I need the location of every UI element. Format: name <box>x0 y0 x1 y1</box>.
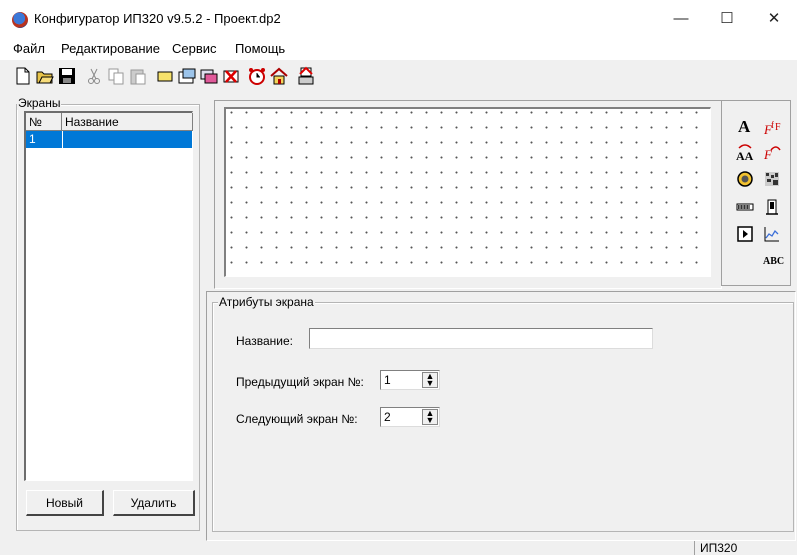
next-screen-label: Следующий экран №: <box>236 412 358 426</box>
screens-list[interactable]: № Название 1 <box>24 111 193 481</box>
column-header-number[interactable]: № <box>26 113 62 131</box>
status-separator <box>694 541 695 555</box>
tool-palette: A FfF AA F ABC <box>721 100 791 286</box>
formula-swap-tool-icon[interactable]: F <box>762 142 782 162</box>
save-disk-icon[interactable] <box>57 66 77 86</box>
svg-text:F: F <box>775 122 781 133</box>
maximize-button[interactable]: ☐ <box>704 0 750 38</box>
status-device: ИП320 <box>700 541 738 555</box>
screen-name-field[interactable] <box>309 328 653 349</box>
copy-icon[interactable] <box>106 66 126 86</box>
add-screen-icon[interactable] <box>155 66 175 86</box>
button-tool-icon[interactable] <box>735 224 755 244</box>
minimize-button[interactable]: — <box>658 0 704 38</box>
pump-tool-icon[interactable] <box>762 197 782 217</box>
menu-service[interactable]: Сервис <box>172 41 217 56</box>
screen-properties-icon[interactable] <box>177 66 197 86</box>
new-file-icon[interactable] <box>13 66 33 86</box>
toolbar <box>0 62 797 92</box>
bargraph-tool-icon[interactable] <box>735 197 755 217</box>
copy-screen-icon[interactable] <box>199 66 219 86</box>
spin-arrows-icon[interactable]: ▲ ▼ <box>422 372 438 388</box>
text-tool-glyph: A <box>738 117 751 136</box>
screen-canvas[interactable] <box>224 107 711 277</box>
bitmap-tool-icon[interactable] <box>762 169 782 189</box>
list-item[interactable]: 1 <box>26 131 192 148</box>
app-icon <box>12 12 28 28</box>
trend-tool-icon[interactable] <box>762 224 782 244</box>
paste-icon[interactable] <box>128 66 148 86</box>
column-header-name[interactable]: Название <box>62 113 193 131</box>
menu-edit[interactable]: Редактирование <box>61 41 160 56</box>
cut-icon[interactable] <box>84 66 104 86</box>
formula-tool-icon[interactable]: FfF <box>762 117 782 137</box>
close-button[interactable]: ✕ <box>751 0 797 38</box>
screens-group-title: Экраны <box>17 96 62 110</box>
title-bar: Конфигуратор ИП320 v9.5.2 - Проект.dp2 —… <box>0 0 797 38</box>
next-screen-stepper[interactable]: 2 ▲ ▼ <box>380 407 440 427</box>
home-screen-icon[interactable] <box>269 66 289 86</box>
window-title: Конфигуратор ИП320 v9.5.2 - Проект.dp2 <box>34 11 281 26</box>
attributes-group-title: Атрибуты экрана <box>218 295 315 309</box>
delete-screen-icon[interactable] <box>221 66 241 86</box>
svg-text:f: f <box>771 120 774 130</box>
text-swap-tool-icon[interactable]: AA <box>735 142 755 162</box>
new-screen-button[interactable]: Новый <box>26 490 104 516</box>
status-bar: ИП320 <box>0 541 797 555</box>
previous-screen-value: 1 <box>384 373 391 387</box>
delete-screen-button[interactable]: Удалить <box>113 490 195 516</box>
menu-help[interactable]: Помощь <box>235 41 285 56</box>
abc-tool-glyph: ABC <box>763 256 785 267</box>
row-number: 1 <box>29 132 36 146</box>
next-screen-value: 2 <box>384 410 391 424</box>
spin-arrows-icon[interactable]: ▲ ▼ <box>422 409 438 425</box>
indicator-tool-icon[interactable] <box>735 169 755 189</box>
previous-screen-stepper[interactable]: 1 ▲ ▼ <box>380 370 440 390</box>
previous-screen-label: Предыдущий экран №: <box>236 375 364 389</box>
open-folder-icon[interactable] <box>35 66 55 86</box>
menu-file[interactable]: Файл <box>13 41 45 56</box>
text-tool-icon[interactable]: A <box>735 117 755 137</box>
print-icon[interactable] <box>296 66 316 86</box>
row-divider <box>62 131 63 148</box>
menu-bar: Файл Редактирование Сервис Помощь <box>0 38 797 60</box>
alarm-clock-icon[interactable] <box>247 66 267 86</box>
abc-tool-icon[interactable]: ABC <box>762 252 784 272</box>
svg-text:AA: AA <box>736 149 754 162</box>
screen-name-label: Название: <box>236 334 293 348</box>
